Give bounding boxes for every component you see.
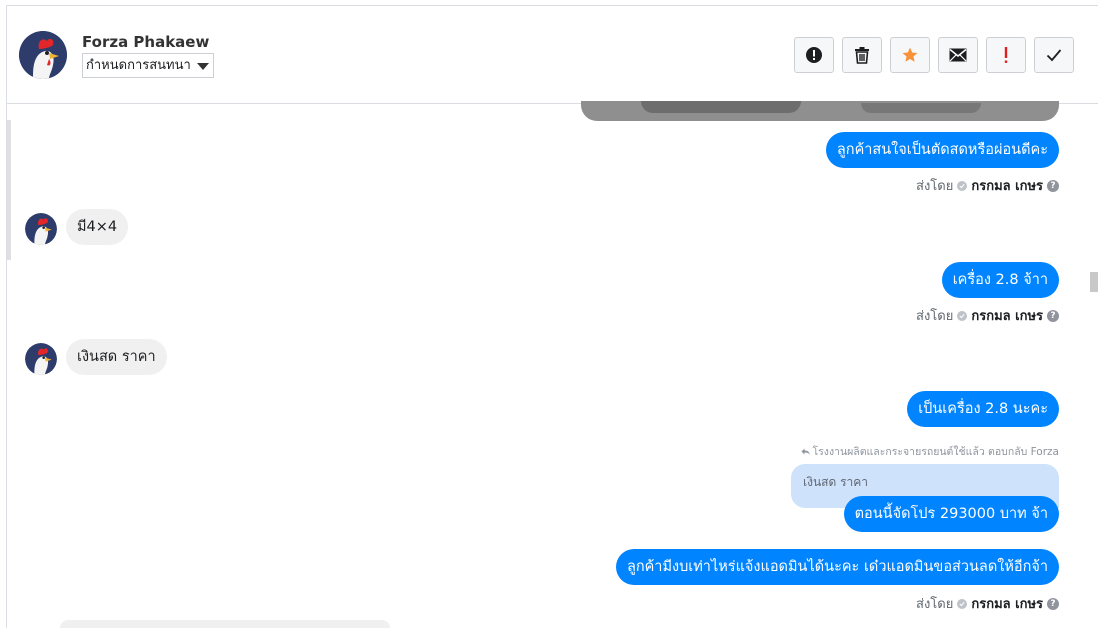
- message-text: ตอนนี้จัดโปร 293000 บาท จ้า: [854, 506, 1048, 522]
- delete-button[interactable]: [842, 37, 882, 73]
- reply-caption-text: โรงงานผลิตและกระจายรถยนต์ใช้แล้ว ตอบกลับ…: [812, 446, 1059, 458]
- help-icon[interactable]: ?: [1047, 597, 1059, 610]
- seen-check-icon: [957, 598, 968, 609]
- scrollbar-thumb[interactable]: [1090, 272, 1098, 292]
- caret-down-icon: [196, 63, 209, 70]
- envelope-icon: [949, 48, 967, 62]
- alert-circle-icon: [806, 47, 822, 63]
- sent-by-prefix: ส่งโดย: [916, 597, 954, 612]
- message-bubble-outgoing[interactable]: เครื่อง 2.8 จ้าา: [941, 262, 1059, 298]
- message-bubble-outgoing[interactable]: ลูกค้ามีงบเท่าไหร่แจ้งแอดมินได้นะคะ เด๋ว…: [615, 549, 1059, 585]
- spam-button[interactable]: [794, 37, 834, 73]
- sent-by-info: ส่งโดย กรกมล เกษร ?: [916, 175, 1059, 196]
- contact-avatar-small[interactable]: [25, 343, 57, 375]
- message-text: ลูกค้าสนใจเป็นตัดสดหรือผ่อนดีคะ: [836, 142, 1048, 158]
- sent-by-prefix: ส่งโดย: [916, 179, 954, 194]
- follow-up-button[interactable]: [986, 37, 1026, 73]
- conversation-header: Forza Phakaew กำหนดการสนทนา: [7, 6, 1098, 104]
- conversation-panel: Forza Phakaew กำหนดการสนทนา ลูกค้าสนใจเป…: [6, 5, 1098, 628]
- contact-avatar[interactable]: [19, 31, 67, 79]
- message-bubble-incoming[interactable]: มี4×4: [66, 209, 129, 245]
- seen-check-icon: [957, 310, 968, 321]
- help-icon[interactable]: ?: [1047, 309, 1059, 322]
- star-icon: [902, 47, 918, 62]
- message-text: มี4×4: [77, 219, 118, 235]
- sent-by-agent[interactable]: กรกมล เกษร: [971, 305, 1043, 326]
- message-bubble-outgoing[interactable]: ลูกค้าสนใจเป็นตัดสดหรือผ่อนดีคะ: [825, 132, 1059, 168]
- seen-check-icon: [957, 180, 968, 191]
- message-bubble-outgoing[interactable]: เป็นเครื่อง 2.8 นะคะ: [907, 391, 1059, 427]
- message-text: เงินสด ราคา: [77, 349, 156, 365]
- conversation-toolbar: [794, 37, 1074, 73]
- reply-caption: โรงงานผลิตและกระจายรถยนต์ใช้แล้ว ตอบกลับ…: [801, 443, 1059, 460]
- assign-conversation-label: กำหนดการสนทนา: [86, 58, 191, 73]
- message-text: ลูกค้ามีงบเท่าไหร่แจ้งแอดมินได้นะคะ เด๋ว…: [626, 559, 1048, 575]
- partial-message-bubble: [60, 620, 390, 628]
- exclamation-icon: [1004, 47, 1008, 63]
- star-button[interactable]: [890, 37, 930, 73]
- reply-arrow-icon: [801, 448, 810, 455]
- message-text: เครื่อง 2.8 จ้าา: [952, 272, 1048, 288]
- message-thread: ลูกค้าสนใจเป็นตัดสดหรือผ่อนดีคะ ส่งโดย ก…: [7, 101, 1098, 628]
- mark-done-button[interactable]: [1034, 37, 1074, 73]
- mark-unread-button[interactable]: [938, 37, 978, 73]
- message-bubble-outgoing[interactable]: ตอนนี้จัดโปร 293000 บาท จ้า: [843, 496, 1059, 532]
- sent-by-prefix: ส่งโดย: [916, 309, 954, 324]
- message-text: เป็นเครื่อง 2.8 นะคะ: [918, 401, 1048, 417]
- assign-conversation-select[interactable]: กำหนดการสนทนา: [82, 53, 214, 78]
- checkmark-icon: [1046, 49, 1062, 62]
- attached-photo[interactable]: [581, 101, 1059, 121]
- quoted-text: เงินสด ราคา: [803, 475, 869, 489]
- sent-by-agent[interactable]: กรกมล เกษร: [971, 175, 1043, 196]
- sent-by-info: ส่งโดย กรกมล เกษร ?: [916, 593, 1059, 614]
- contact-avatar-small[interactable]: [25, 213, 57, 245]
- trash-icon: [855, 47, 869, 64]
- message-bubble-incoming[interactable]: เงินสด ราคา: [66, 339, 167, 375]
- sent-by-info: ส่งโดย กรกมล เกษร ?: [916, 305, 1059, 326]
- sent-by-agent[interactable]: กรกมล เกษร: [971, 593, 1043, 614]
- help-icon[interactable]: ?: [1047, 179, 1059, 192]
- contact-name: Forza Phakaew: [82, 33, 210, 51]
